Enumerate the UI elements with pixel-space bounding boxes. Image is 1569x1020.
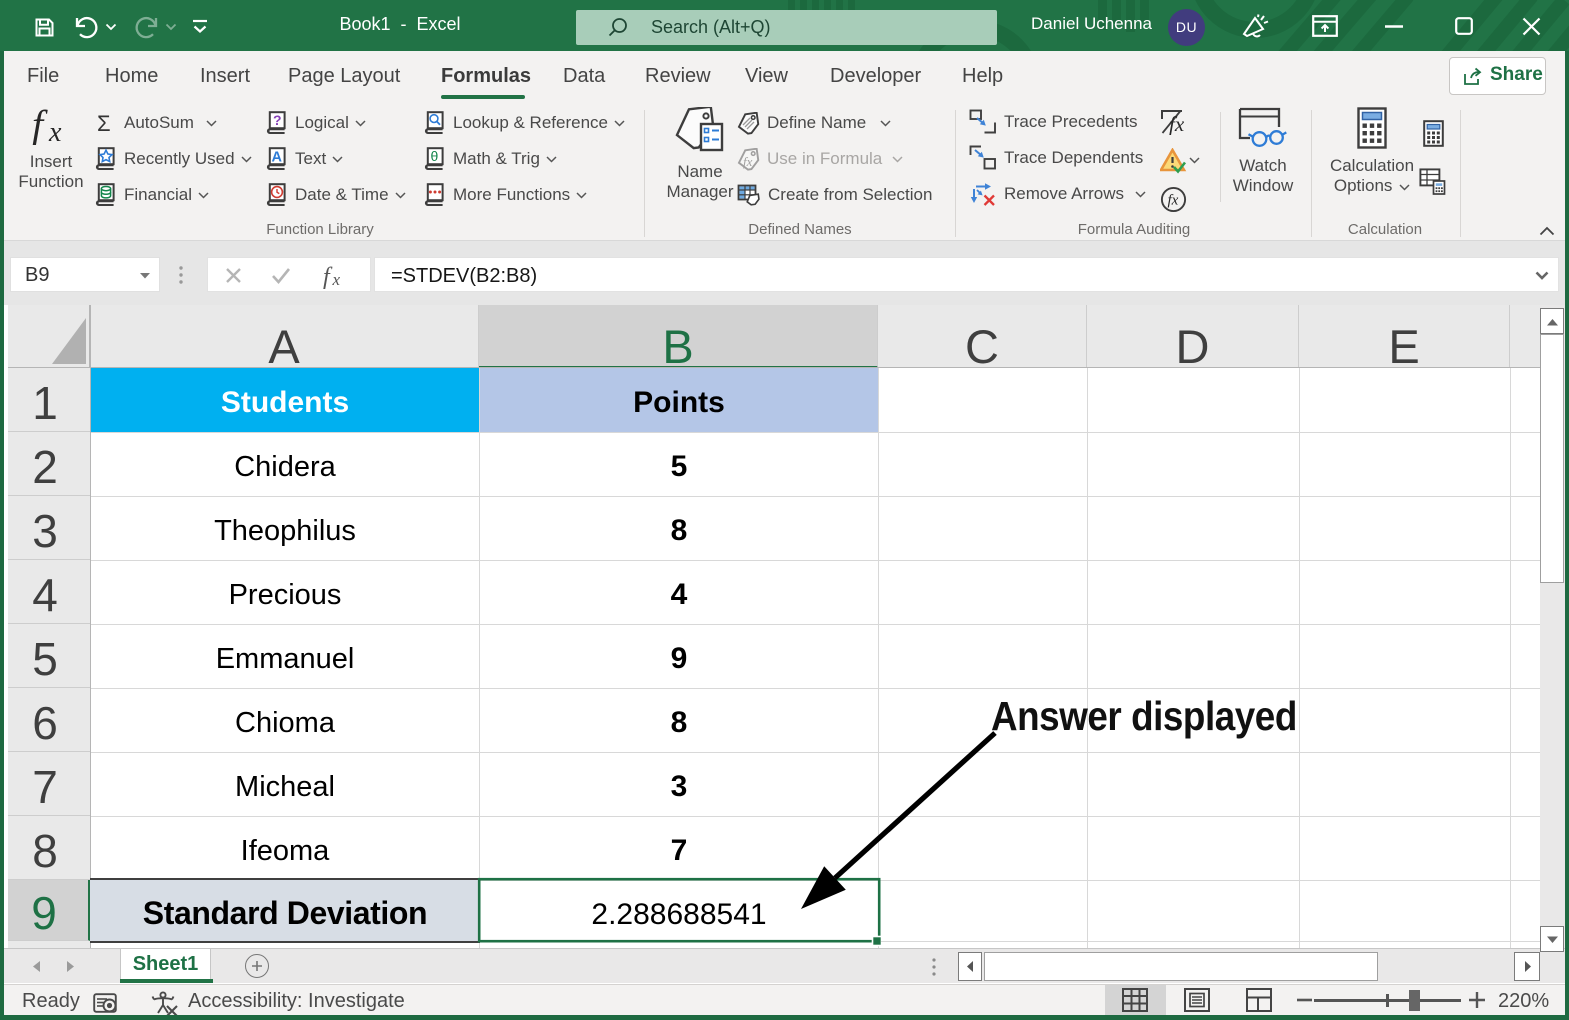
svg-text:fx: fx	[1168, 193, 1179, 209]
svg-text:x: x	[332, 270, 341, 289]
svg-text:f: f	[323, 264, 333, 290]
svg-text:Σ: Σ	[97, 112, 111, 134]
svg-text:fx: fx	[1169, 112, 1185, 135]
svg-text:A: A	[272, 149, 283, 165]
svg-text:fx: fx	[743, 154, 753, 169]
svg-text:?: ?	[273, 112, 282, 128]
svg-text:θ: θ	[431, 148, 439, 164]
svg-text:x: x	[48, 117, 62, 145]
svg-text:f: f	[32, 107, 48, 145]
